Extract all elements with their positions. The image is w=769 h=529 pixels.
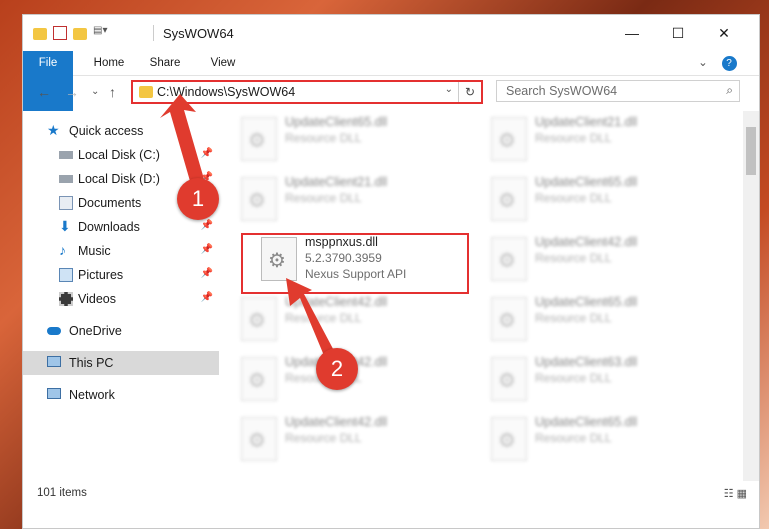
step-2-badge: 2 bbox=[316, 348, 358, 390]
arrow-to-address-bar bbox=[160, 94, 206, 188]
step-1-badge: 1 bbox=[177, 178, 219, 220]
annotation-arrows bbox=[160, 94, 340, 370]
